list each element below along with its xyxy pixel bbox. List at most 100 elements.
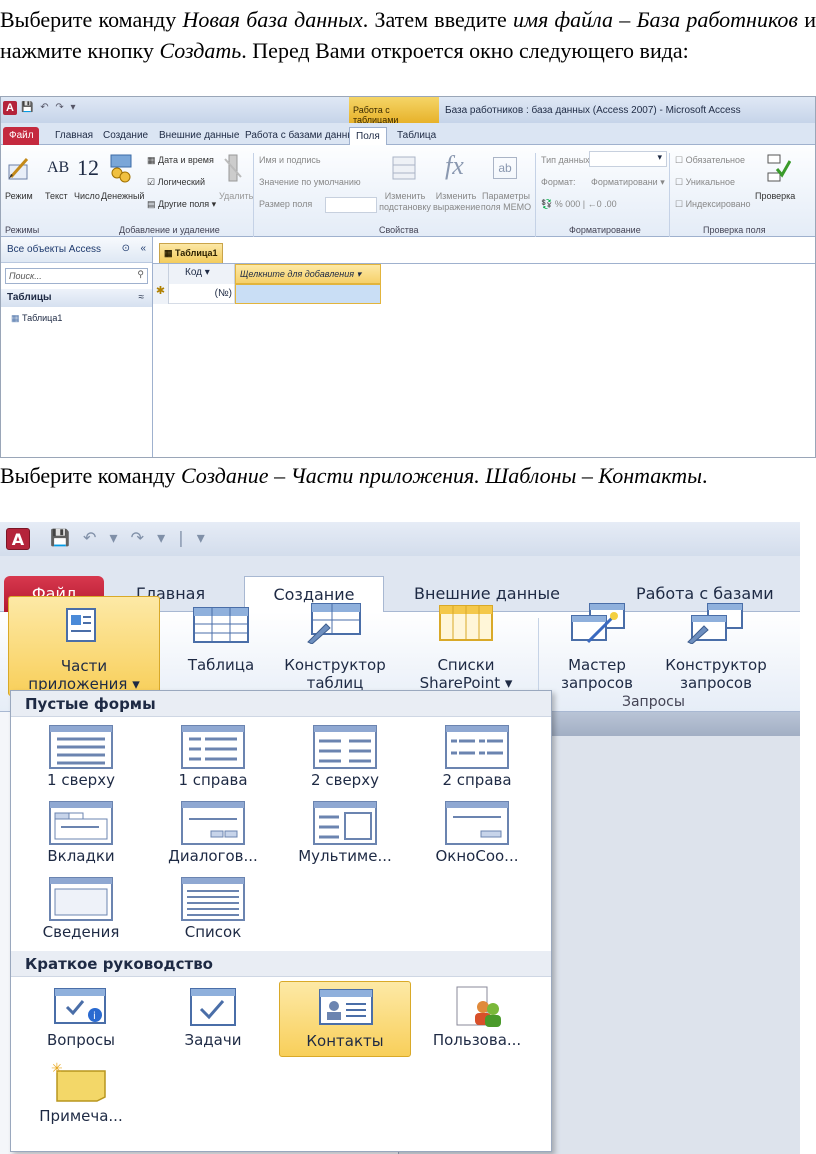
tile-1-right[interactable]: 1 справа bbox=[147, 721, 279, 797]
query-designer-button[interactable]: Конструктор запросов bbox=[650, 596, 782, 696]
sharepoint-lists-button[interactable]: Списки SharePoint ▾ bbox=[402, 596, 530, 696]
tile-label: Контакты bbox=[306, 1032, 384, 1050]
nav-item-label: Таблица1 bbox=[22, 313, 63, 323]
other-fields-button[interactable]: ▤ Другие поля ▾ bbox=[147, 199, 216, 210]
group-separator bbox=[535, 153, 536, 237]
group-label-formatting: Форматирование bbox=[569, 225, 641, 235]
column-header-code[interactable]: Код ▾ bbox=[169, 264, 235, 284]
tile-details[interactable]: Сведения bbox=[15, 873, 147, 949]
text-italic: Новая база данных bbox=[182, 7, 363, 32]
new-record-marker[interactable]: ✱ bbox=[153, 284, 169, 304]
doc-tab-table1[interactable]: ▦ Таблица1 bbox=[159, 243, 223, 263]
form-media-icon bbox=[313, 801, 377, 845]
format-select[interactable]: Форматировани ▾ bbox=[591, 177, 665, 188]
btn-label-line1: Таблица bbox=[187, 656, 255, 674]
tile-1-top[interactable]: 1 сверху bbox=[15, 721, 147, 797]
search-icon[interactable]: ⚲ bbox=[137, 269, 144, 280]
tile-list[interactable]: Список bbox=[147, 873, 279, 949]
tile-label: Мультиме... bbox=[298, 847, 392, 865]
tile-2-right[interactable]: 2 справа bbox=[411, 721, 543, 797]
data-type-select[interactable]: ▾ bbox=[589, 151, 667, 167]
delete-button[interactable]: Удалить bbox=[219, 191, 253, 201]
change-lookup-button[interactable]: Изменить подстановку bbox=[379, 191, 431, 213]
tab-create[interactable]: Создание bbox=[97, 127, 154, 145]
tile-issues[interactable]: i Вопросы bbox=[15, 981, 147, 1057]
new-row-code-cell[interactable]: (№) bbox=[169, 284, 235, 304]
nav-group-tables[interactable]: Таблицы ≈ bbox=[1, 289, 152, 307]
nav-menu-icon[interactable]: ⊙ bbox=[122, 243, 130, 254]
svg-text:✳: ✳ bbox=[51, 1061, 63, 1077]
new-row-add-cell[interactable] bbox=[235, 284, 381, 304]
group-separator bbox=[253, 153, 254, 237]
btn-label-line1: Списки bbox=[437, 656, 495, 674]
context-tab-table-tools: Работа с таблицами bbox=[349, 97, 439, 125]
text-field-button[interactable]: Текст bbox=[45, 191, 68, 201]
btn-label-line1: Мастер bbox=[568, 656, 626, 674]
form-1-top-icon bbox=[49, 725, 113, 769]
tile-dialog[interactable]: Диалогов... bbox=[147, 797, 279, 873]
required-checkbox[interactable]: ☐ Обязательное bbox=[675, 155, 745, 166]
table-button[interactable]: Таблица bbox=[176, 596, 266, 696]
quick-access-toolbar[interactable]: 💾 ↶ ▾ ↷ ▾ | ▾ bbox=[50, 528, 209, 547]
change-expression-button[interactable]: Изменить выражение bbox=[433, 191, 480, 213]
notes-icon: ✳ bbox=[51, 1061, 106, 1102]
svg-text:i: i bbox=[93, 1011, 96, 1022]
default-value-button[interactable]: Значение по умолчанию bbox=[259, 177, 361, 187]
tile-contacts[interactable]: Контакты bbox=[279, 981, 411, 1057]
field-size-input[interactable] bbox=[325, 197, 377, 213]
table-designer-button[interactable]: Конструктор таблиц bbox=[270, 596, 400, 696]
collapse-group-icon[interactable]: ≈ bbox=[139, 292, 145, 303]
logical-field-button[interactable]: ☑ Логический bbox=[147, 177, 205, 188]
mode-button[interactable]: Режим bbox=[5, 191, 33, 201]
indexed-checkbox[interactable]: ☐ Индексировано bbox=[675, 199, 751, 210]
tab-fields[interactable]: Поля bbox=[349, 127, 387, 145]
tile-message-box[interactable]: ОкноСоо... bbox=[411, 797, 543, 873]
text-italic: Создать bbox=[159, 38, 242, 63]
form-message-icon bbox=[445, 801, 509, 845]
sharepoint-lists-icon bbox=[439, 605, 493, 641]
function-icon: fx bbox=[445, 151, 464, 180]
tile-2-top[interactable]: 2 сверху bbox=[279, 721, 411, 797]
text-run: – bbox=[613, 7, 637, 32]
nav-search-input[interactable]: Поиск... ⚲ bbox=[5, 268, 148, 284]
column-header-add[interactable]: Щелкните для добавления ▾ bbox=[235, 264, 381, 284]
application-parts-button[interactable]: Части приложения ▾ bbox=[8, 596, 160, 696]
nav-item-table1[interactable]: ▦ Таблица1 bbox=[1, 307, 152, 330]
tile-label: Сведения bbox=[42, 923, 120, 941]
format-label: Формат: bbox=[541, 177, 576, 187]
section-blank-forms: Пустые формы bbox=[11, 691, 551, 717]
datetime-field-button[interactable]: ▦ Дата и время bbox=[147, 155, 214, 166]
tab-database-tools[interactable]: Работа с базами данных bbox=[239, 127, 366, 145]
money-field-button[interactable]: Денежный bbox=[101, 191, 144, 201]
tile-tabs[interactable]: Вкладки bbox=[15, 797, 147, 873]
group-label-add-delete: Добавление и удаление bbox=[119, 225, 220, 235]
name-caption-button[interactable]: Имя и подпись bbox=[259, 155, 321, 165]
tab-home[interactable]: Главная bbox=[49, 127, 99, 145]
tab-table[interactable]: Таблица bbox=[391, 127, 442, 145]
tile-tasks[interactable]: Задачи bbox=[147, 981, 279, 1057]
text-run: Выберите команду bbox=[0, 463, 181, 488]
collapse-icon[interactable]: « bbox=[140, 243, 146, 254]
number-format-buttons[interactable]: 💱 % 000 | ←0 .00 bbox=[541, 199, 617, 210]
access-logo-icon: A bbox=[6, 528, 30, 550]
memo-params-button[interactable]: Параметры поля MEMO bbox=[479, 191, 533, 213]
tab-file[interactable]: Файл bbox=[3, 127, 39, 145]
section-quick-start: Краткое руководство bbox=[11, 951, 551, 977]
tile-label: Список bbox=[184, 923, 242, 941]
query-wizard-button[interactable]: Мастер запросов bbox=[548, 596, 646, 696]
unique-checkbox[interactable]: ☐ Уникальное bbox=[675, 177, 735, 188]
nav-header[interactable]: Все объекты Access ⊙ « bbox=[1, 237, 152, 263]
tile-users[interactable]: Пользова... bbox=[411, 981, 543, 1057]
tasks-icon bbox=[190, 988, 236, 1026]
validation-button[interactable]: Проверка bbox=[755, 191, 795, 201]
tile-media[interactable]: Мультиме... bbox=[279, 797, 411, 873]
tab-external-data[interactable]: Внешние данные bbox=[153, 127, 245, 145]
row-selector-header[interactable] bbox=[153, 264, 169, 284]
number-field-button[interactable]: Число bbox=[74, 191, 100, 201]
quick-access-toolbar[interactable]: 💾 ↶ ↷ ▾ bbox=[21, 102, 78, 113]
form-list-icon bbox=[181, 877, 245, 921]
tile-notes[interactable]: ✳ Примеча... bbox=[15, 1057, 147, 1133]
tile-row: Сведения Список bbox=[11, 873, 551, 949]
text-field-icon: AB bbox=[47, 159, 70, 176]
tile-label: 2 сверху bbox=[311, 771, 379, 789]
